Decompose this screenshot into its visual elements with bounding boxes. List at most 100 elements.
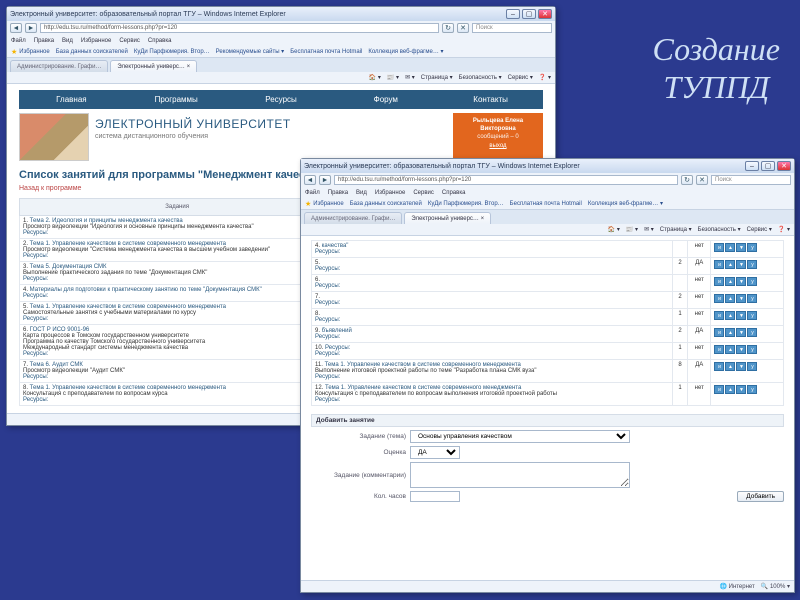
fav-link[interactable]: Бесплатная почта Hotmail	[510, 201, 582, 207]
search-box[interactable]: Поиск	[472, 23, 552, 33]
delete-icon[interactable]: у	[747, 345, 757, 354]
menu-file[interactable]: Файл	[305, 190, 320, 196]
tab-admin[interactable]: Администрирование. Графи…	[304, 212, 402, 224]
stop-button[interactable]: ✕	[696, 175, 708, 185]
delete-icon[interactable]: у	[747, 277, 757, 286]
nav-home[interactable]: Главная	[19, 90, 124, 109]
nav-resources[interactable]: Ресурсы	[229, 90, 334, 109]
mail-button[interactable]: ✉ ▾	[405, 74, 415, 81]
up-icon[interactable]: ▲	[725, 345, 735, 354]
fav-link[interactable]: Коллекция веб-фрагме… ▾	[588, 200, 663, 207]
menu-help[interactable]: Справка	[148, 38, 172, 44]
page-menu[interactable]: Страница ▾	[660, 226, 692, 233]
maximize-button[interactable]: ▢	[522, 9, 536, 19]
mail-button[interactable]: ✉ ▾	[644, 226, 654, 233]
edit-icon[interactable]: и	[714, 260, 724, 269]
fav-link[interactable]: Бесплатная почта Hotmail	[290, 49, 362, 55]
delete-icon[interactable]: у	[747, 385, 757, 394]
maximize-button[interactable]: ▢	[761, 161, 775, 171]
down-icon[interactable]: ▼	[736, 243, 746, 252]
back-button[interactable]: ◄	[304, 175, 316, 185]
page-menu[interactable]: Страница ▾	[421, 74, 453, 81]
edit-icon[interactable]: и	[714, 385, 724, 394]
menu-tools[interactable]: Сервис	[413, 190, 434, 196]
nav-contacts[interactable]: Контакты	[438, 90, 543, 109]
fav-link[interactable]: База данных соискателей	[350, 201, 422, 207]
forward-button[interactable]: ►	[319, 175, 331, 185]
refresh-button[interactable]: ↻	[681, 175, 693, 185]
safety-menu[interactable]: Безопасность ▾	[459, 74, 502, 81]
menu-edit[interactable]: Правка	[328, 190, 348, 196]
menu-file[interactable]: Файл	[11, 38, 26, 44]
delete-icon[interactable]: у	[747, 294, 757, 303]
down-icon[interactable]: ▼	[736, 277, 746, 286]
delete-icon[interactable]: у	[747, 328, 757, 337]
tools-menu[interactable]: Сервис ▾	[747, 226, 772, 233]
url-field[interactable]: http://edu.tsu.ru/method/form-lessons.ph…	[40, 23, 439, 33]
delete-icon[interactable]: у	[747, 311, 757, 320]
tab-admin[interactable]: Администрирование. Графи…	[10, 60, 108, 72]
close-button[interactable]: ✕	[777, 161, 791, 171]
up-icon[interactable]: ▲	[725, 362, 735, 371]
logout-link[interactable]: выход	[456, 143, 540, 151]
tools-menu[interactable]: Сервис ▾	[508, 74, 533, 81]
down-icon[interactable]: ▼	[736, 311, 746, 320]
up-icon[interactable]: ▲	[725, 328, 735, 337]
refresh-button[interactable]: ↻	[442, 23, 454, 33]
add-button[interactable]: Добавить	[737, 491, 784, 502]
edit-icon[interactable]: и	[714, 294, 724, 303]
nav-programs[interactable]: Программы	[124, 90, 229, 109]
menu-view[interactable]: Вид	[356, 190, 367, 196]
minimize-button[interactable]: –	[506, 9, 520, 19]
help-button[interactable]: ❓ ▾	[539, 74, 551, 81]
edit-icon[interactable]: и	[714, 277, 724, 286]
menu-tools[interactable]: Сервис	[119, 38, 140, 44]
down-icon[interactable]: ▼	[736, 385, 746, 394]
menu-edit[interactable]: Правка	[34, 38, 54, 44]
search-box[interactable]: Поиск	[711, 175, 791, 185]
menu-favorites[interactable]: Избранное	[375, 190, 405, 196]
up-icon[interactable]: ▲	[725, 243, 735, 252]
menu-view[interactable]: Вид	[62, 38, 73, 44]
fav-link[interactable]: База данных соискателей	[56, 49, 128, 55]
tab-portal[interactable]: Электронный универс… ×	[404, 212, 491, 224]
up-icon[interactable]: ▲	[725, 277, 735, 286]
comment-textarea[interactable]	[410, 462, 630, 488]
delete-icon[interactable]: у	[747, 362, 757, 371]
fav-link[interactable]: Коллекция веб-фрагме… ▾	[368, 48, 443, 55]
down-icon[interactable]: ▼	[736, 345, 746, 354]
titlebar[interactable]: Электронный университет: образовательный…	[7, 7, 555, 21]
home-button[interactable]: 🏠 ▾	[369, 74, 381, 81]
up-icon[interactable]: ▲	[725, 385, 735, 394]
help-button[interactable]: ❓ ▾	[778, 226, 790, 233]
safety-menu[interactable]: Безопасность ▾	[698, 226, 741, 233]
fav-link[interactable]: КуДи Парфюмерия. Втор…	[428, 201, 504, 207]
fav-link[interactable]: КуДи Парфюмерия. Втор…	[134, 49, 210, 55]
feeds-button[interactable]: 📰 ▾	[626, 226, 638, 233]
menu-favorites[interactable]: Избранное	[81, 38, 111, 44]
back-button[interactable]: ◄	[10, 23, 22, 33]
url-field[interactable]: http://edu.tsu.ru/method/form-lessons.ph…	[334, 175, 678, 185]
favorites-button[interactable]: ★Избранное	[305, 200, 344, 208]
delete-icon[interactable]: у	[747, 243, 757, 252]
tab-portal[interactable]: Электронный универс… ×	[110, 60, 197, 72]
edit-icon[interactable]: и	[714, 328, 724, 337]
mark-select[interactable]: ДА	[410, 446, 460, 459]
home-button[interactable]: 🏠 ▾	[608, 226, 620, 233]
up-icon[interactable]: ▲	[725, 294, 735, 303]
close-button[interactable]: ✕	[538, 9, 552, 19]
down-icon[interactable]: ▼	[736, 362, 746, 371]
down-icon[interactable]: ▼	[736, 328, 746, 337]
up-icon[interactable]: ▲	[725, 311, 735, 320]
stop-button[interactable]: ✕	[457, 23, 469, 33]
edit-icon[interactable]: и	[714, 345, 724, 354]
minimize-button[interactable]: –	[745, 161, 759, 171]
zoom-level[interactable]: 🔍 100% ▾	[761, 583, 790, 590]
hours-input[interactable]	[410, 491, 460, 502]
favorites-button[interactable]: ★Избранное	[11, 48, 50, 56]
up-icon[interactable]: ▲	[725, 260, 735, 269]
task-select[interactable]: Основы управления качеством	[410, 430, 630, 443]
fav-link[interactable]: Рекомендуемые сайты ▾	[216, 48, 285, 55]
edit-icon[interactable]: и	[714, 362, 724, 371]
edit-icon[interactable]: и	[714, 311, 724, 320]
